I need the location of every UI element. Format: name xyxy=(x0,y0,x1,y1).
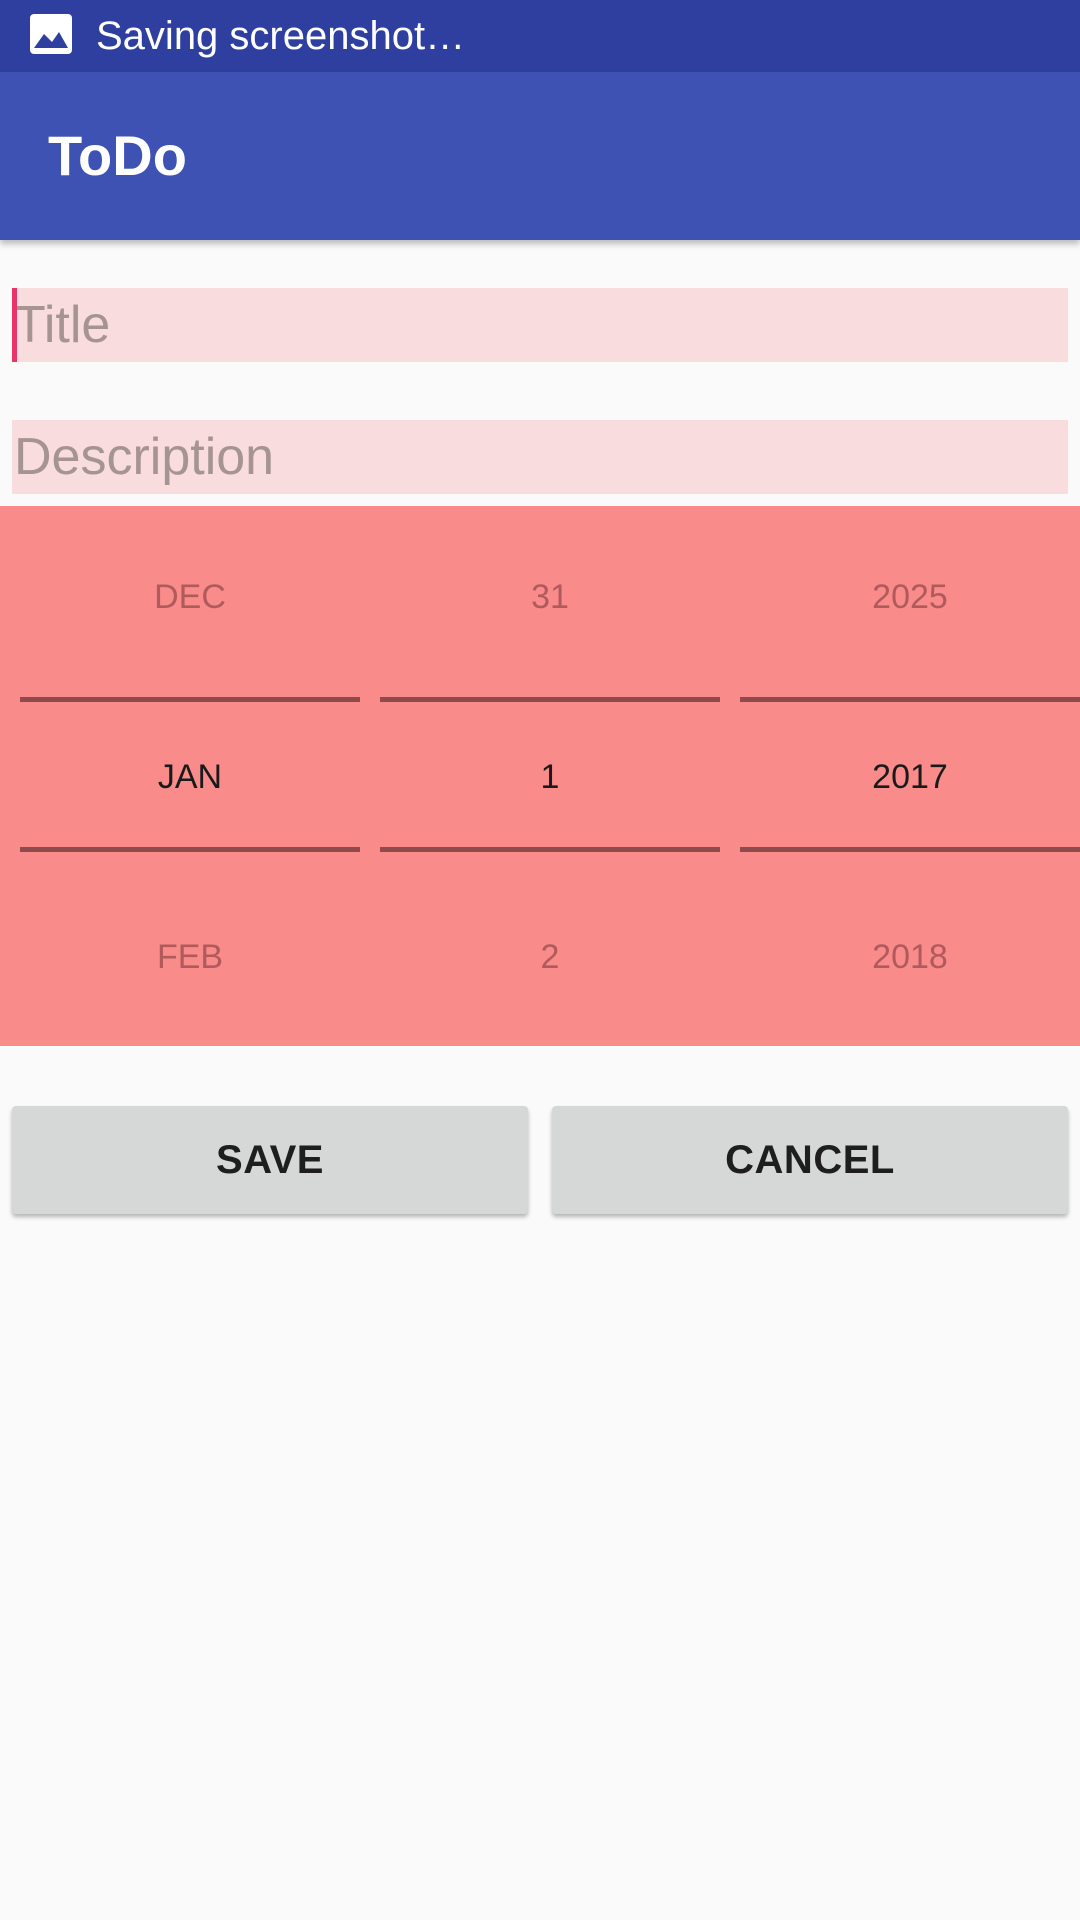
image-icon xyxy=(30,14,72,54)
day-selected[interactable]: 1 xyxy=(380,757,720,797)
app-title: ToDo xyxy=(48,124,187,187)
month-prev[interactable]: DEC xyxy=(20,577,360,617)
description-field[interactable] xyxy=(12,420,1068,494)
month-divider-top xyxy=(20,697,360,702)
description-input[interactable] xyxy=(12,420,1068,494)
day-prev[interactable]: 31 xyxy=(380,577,720,617)
status-text: Saving screenshot… xyxy=(96,14,466,58)
app-bar: ToDo xyxy=(0,72,1080,240)
month-next[interactable]: FEB xyxy=(20,937,360,977)
status-bar: Saving screenshot… xyxy=(0,0,1080,72)
day-spinner[interactable]: 31 1 2 xyxy=(380,506,720,1046)
cancel-button[interactable]: CANCEL xyxy=(552,1106,1068,1214)
month-selected[interactable]: JAN xyxy=(20,757,360,797)
year-selected[interactable]: 2017 xyxy=(740,757,1080,797)
title-input[interactable] xyxy=(12,288,1068,362)
year-next[interactable]: 2018 xyxy=(740,937,1080,977)
text-cursor xyxy=(12,288,17,362)
title-field[interactable] xyxy=(12,288,1068,362)
day-divider-bottom xyxy=(380,847,720,852)
day-divider-top xyxy=(380,697,720,702)
year-spinner[interactable]: 2025 2017 2018 xyxy=(740,506,1080,1046)
date-picker[interactable]: DEC JAN FEB 31 1 2 2025 2017 2018 xyxy=(0,506,1080,1046)
year-prev[interactable]: 2025 xyxy=(740,577,1080,617)
year-divider-top xyxy=(740,697,1080,702)
day-next[interactable]: 2 xyxy=(380,937,720,977)
month-spinner[interactable]: DEC JAN FEB xyxy=(20,506,360,1046)
year-divider-bottom xyxy=(740,847,1080,852)
month-divider-bottom xyxy=(20,847,360,852)
save-button[interactable]: SAVE xyxy=(12,1106,528,1214)
